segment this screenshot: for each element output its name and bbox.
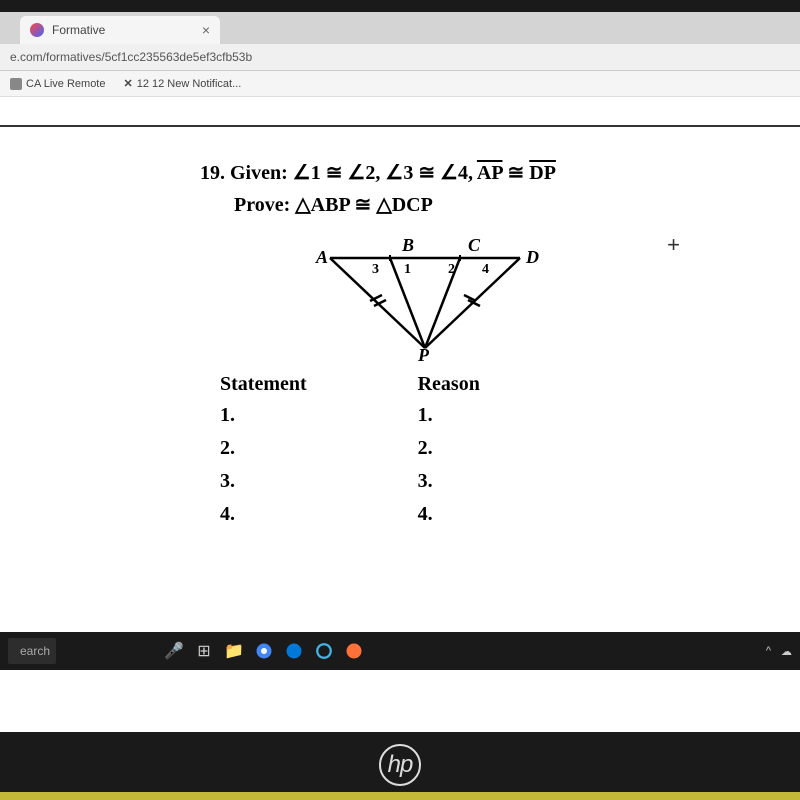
- vertex-d: D: [525, 247, 539, 267]
- favicon-icon: [30, 23, 44, 37]
- statement-column: Statement 1. 2. 3. 4.: [220, 373, 402, 536]
- bookmark-item[interactable]: CA Live Remote: [10, 77, 105, 90]
- table-row: 2.: [220, 437, 402, 460]
- onedrive-icon[interactable]: ☁: [781, 645, 792, 658]
- url-bar[interactable]: e.com/formatives/5cf1cc235563de5ef3cfb53…: [0, 44, 800, 71]
- triangle-diagram: A B C D P 1 2 3 4: [290, 233, 570, 363]
- angle-4: 4: [482, 262, 489, 277]
- ie-icon[interactable]: [310, 637, 338, 665]
- file-explorer-icon[interactable]: 📁: [220, 637, 248, 665]
- given-body: ∠1 ≅ ∠2, ∠3 ≅ ∠4,: [293, 162, 477, 184]
- vertex-b: B: [401, 235, 414, 255]
- hp-text: hp: [388, 751, 413, 779]
- table-row: 2.: [418, 437, 600, 460]
- cortana-icon[interactable]: 🎤: [160, 637, 188, 665]
- tab-title: Formative: [52, 23, 105, 37]
- cursor-icon: +: [667, 232, 680, 258]
- task-view-icon[interactable]: ⊞: [190, 637, 218, 665]
- table-row: 4.: [418, 503, 600, 526]
- tab-bar: Formative ×: [0, 12, 800, 44]
- close-icon[interactable]: ×: [202, 22, 210, 38]
- tray-arrow-icon[interactable]: ^: [766, 645, 771, 657]
- taskbar-search[interactable]: earch: [8, 638, 56, 664]
- page-content: + 19. Given: ∠1 ≅ ∠2, ∠3 ≅ ∠4, AP ≅ DP P…: [0, 125, 800, 690]
- browser-tab[interactable]: Formative ×: [20, 16, 220, 44]
- statement-header: Statement: [220, 373, 402, 396]
- vertex-p: P: [417, 345, 430, 363]
- table-row: 4.: [220, 503, 402, 526]
- prove-body: △ABP ≅ △DCP: [295, 194, 433, 216]
- angle-3: 3: [372, 262, 379, 277]
- browser-chrome: Formative × e.com/formatives/5cf1cc23556…: [0, 12, 800, 97]
- bookmark-icon: [10, 78, 22, 90]
- vertex-c: C: [468, 235, 481, 255]
- table-row: 3.: [220, 470, 402, 493]
- vertex-a: A: [315, 247, 328, 267]
- bookmark-x-icon: ✕: [123, 77, 132, 90]
- math-problem: 19. Given: ∠1 ≅ ∠2, ∠3 ≅ ∠4, AP ≅ DP Pro…: [200, 157, 660, 536]
- bookmarks-bar: CA Live Remote ✕ 12 12 New Notificat...: [0, 71, 800, 97]
- table-row: 3.: [418, 470, 600, 493]
- reason-header: Reason: [418, 373, 600, 396]
- table-edge: [0, 792, 800, 800]
- system-tray[interactable]: ^ ☁: [766, 645, 792, 658]
- angle-1: 1: [404, 262, 411, 277]
- bookmark-item[interactable]: ✕ 12 12 New Notificat...: [123, 77, 241, 90]
- problem-number: 19.: [200, 162, 225, 184]
- edge-icon[interactable]: [280, 637, 308, 665]
- segment-dp: DP: [529, 162, 556, 184]
- hp-logo: hp: [379, 744, 421, 786]
- prove-label: Prove:: [234, 194, 290, 216]
- reason-column: Reason 1. 2. 3. 4.: [418, 373, 600, 536]
- url-text: e.com/formatives/5cf1cc235563de5ef3cfb53…: [10, 50, 252, 64]
- segment-ap: AP: [477, 162, 503, 184]
- angle-2: 2: [448, 262, 455, 277]
- table-row: 1.: [220, 404, 402, 427]
- chrome-icon[interactable]: [250, 637, 278, 665]
- windows-taskbar[interactable]: earch 🎤 ⊞ 📁 ^ ☁: [0, 632, 800, 670]
- bookmark-label: 12 12 New Notificat...: [137, 78, 242, 90]
- given-line: 19. Given: ∠1 ≅ ∠2, ∠3 ≅ ∠4, AP ≅ DP: [200, 157, 660, 189]
- table-row: 1.: [418, 404, 600, 427]
- firefox-icon[interactable]: [340, 637, 368, 665]
- given-label: Given:: [230, 162, 288, 184]
- congruent-symbol: ≅: [502, 162, 529, 184]
- prove-line: Prove: △ABP ≅ △DCP: [234, 189, 660, 221]
- bookmark-label: CA Live Remote: [26, 78, 105, 90]
- proof-table: Statement 1. 2. 3. 4. Reason 1. 2. 3. 4.: [220, 373, 600, 536]
